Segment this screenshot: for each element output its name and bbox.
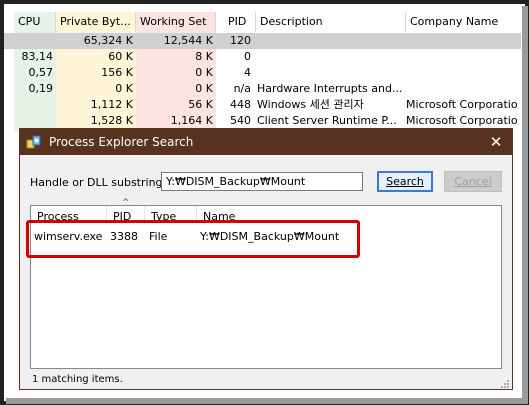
cancel-button-label: Cancel [454,175,492,188]
frame-shadow-bottom [6,398,525,404]
cell-description: Hardware Interrupts and... [257,82,403,95]
process-explorer-search-dialog: Process Explorer Search ✕ Handle or DLL … [19,128,513,390]
cell-working-set: 12,544 K [163,34,213,47]
highlight-annotation-box [26,220,360,258]
cell-cpu [14,33,56,49]
col-cpu-label: CPU [18,15,41,28]
substring-label: Handle or DLL substring: [30,176,167,189]
frame-shadow-right [522,6,528,404]
cell-cpu: 0,57 [28,66,54,79]
table-row[interactable]: 0,57 156 K 0 K 4 [4,65,521,81]
cell-working-set: 56 K [188,98,213,111]
cancel-button[interactable]: Cancel [444,171,502,192]
cell-cpu [14,113,56,129]
cell-working-set: 8 K [195,50,213,63]
cell-cpu: 83,14 [14,49,56,65]
table-row[interactable]: 1,528 K 1,164 K 540 Client Server Runtim… [4,113,521,129]
close-icon[interactable]: ✕ [480,129,512,155]
cell-pid: 448 [230,98,251,111]
col-pid-label: PID [228,15,247,28]
cell-pid: 0 [244,50,251,63]
dialog-titlebar[interactable]: Process Explorer Search ✕ [20,129,512,155]
col-pid[interactable]: PID [216,12,256,32]
cell-working-set: 1,164 K [170,114,213,127]
process-explorer-icon [26,134,42,150]
dialog-title: Process Explorer Search [49,135,194,149]
cell-company: Microsoft Corporatio [406,98,518,111]
col-private-bytes-label: Private Byt... [60,15,131,28]
col-working-set-label: Working Set [140,15,207,28]
col-company[interactable]: Company Name [406,12,521,32]
col-cpu[interactable]: CPU [14,12,56,32]
sort-ascending-icon: ^ [122,198,130,208]
cell-private-bytes: 0 K [115,82,133,95]
cell-pid: 120 [230,34,251,47]
search-button-label: Search [386,175,424,188]
table-row[interactable]: 0,19 0 K 0 K n/a Hardware Interrupts and… [4,81,521,97]
resize-grip-icon[interactable] [500,379,510,389]
col-description-label: Description [260,15,323,28]
cell-cpu: 0,19 [28,82,54,95]
table-row[interactable]: 83,14 60 K 8 K 0 [4,49,521,65]
cell-private-bytes: 1,528 K [90,114,133,127]
cell-private-bytes: 1,112 K [90,98,133,111]
substring-input[interactable]: Y:₩DISM_Backup₩Mount [161,172,363,191]
process-table-header: CPU Private Byt... Working Set PID Descr… [4,12,521,32]
cell-company: Microsoft Corporatio [406,114,518,127]
cell-private-bytes: 65,324 K [83,34,133,47]
cell-description: Client Server Runtime P... [257,114,397,127]
col-description[interactable]: Description [256,12,406,32]
table-row[interactable]: 1,112 K 56 K 448 Windows 세션 관리자 Microsof… [4,97,521,113]
cell-pid: n/a [233,82,251,95]
cell-cpu [14,97,56,113]
status-text: 1 matching items. [32,374,123,385]
search-button[interactable]: Search [377,171,433,192]
col-company-label: Company Name [410,15,499,28]
table-row[interactable]: 65,324 K 12,544 K 120 [4,33,521,49]
cell-working-set: 0 K [195,82,213,95]
cell-private-bytes: 156 K [101,66,133,79]
cell-pid: 540 [230,114,251,127]
cell-private-bytes: 60 K [108,50,133,63]
col-working-set[interactable]: Working Set [136,12,216,32]
cell-description: Windows 세션 관리자 [257,98,364,111]
col-private-bytes[interactable]: Private Byt... [56,12,136,32]
cell-working-set: 0 K [195,66,213,79]
cell-pid: 4 [244,66,251,79]
